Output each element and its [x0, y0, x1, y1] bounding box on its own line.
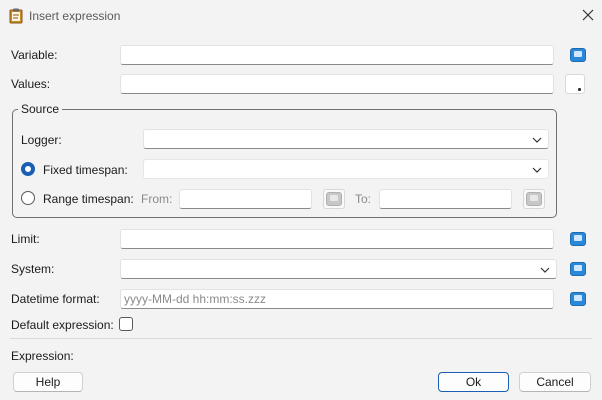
to-label: To: — [355, 192, 372, 206]
variable-info-button-icon[interactable] — [570, 48, 586, 62]
system-info-button-icon[interactable] — [570, 262, 586, 276]
to-picker-button[interactable] — [523, 189, 545, 209]
default-expression-label: Default expression: — [11, 318, 114, 332]
fixed-timespan-label: Fixed timespan: — [43, 163, 128, 177]
chevron-down-icon — [540, 267, 550, 273]
help-button[interactable]: Help — [13, 372, 83, 392]
datetime-format-input[interactable]: yyyy-MM-dd hh:mm:ss.zzz — [120, 289, 554, 309]
variable-label: Variable: — [11, 48, 58, 62]
values-input[interactable] — [120, 74, 554, 94]
datetime-info-button-icon[interactable] — [570, 292, 586, 306]
datetime-format-label: Datetime format: — [11, 292, 100, 306]
from-picker-button[interactable] — [323, 189, 345, 209]
cancel-button[interactable]: Cancel — [519, 372, 591, 392]
limit-input[interactable] — [120, 229, 554, 249]
system-label: System: — [11, 262, 55, 276]
fixed-timespan-combobox[interactable] — [143, 159, 549, 179]
system-combobox[interactable] — [120, 259, 557, 279]
source-legend: Source — [18, 102, 63, 116]
ok-button[interactable]: Ok — [438, 372, 509, 392]
from-input[interactable] — [179, 189, 312, 209]
expression-label: Expression: — [11, 349, 74, 363]
logger-combobox[interactable] — [143, 129, 549, 149]
close-icon[interactable] — [580, 7, 596, 23]
range-timespan-radio[interactable] — [21, 191, 35, 205]
chevron-down-icon — [532, 167, 542, 173]
separator — [10, 338, 592, 339]
logger-label: Logger: — [21, 133, 62, 147]
range-timespan-label: Range timespan: — [43, 192, 134, 206]
datetime-format-placeholder: yyyy-MM-dd hh:mm:ss.zzz — [124, 292, 267, 306]
window-title: Insert expression — [29, 9, 121, 23]
fixed-timespan-radio[interactable] — [21, 162, 35, 176]
limit-label: Limit: — [11, 232, 40, 246]
variable-input[interactable] — [120, 45, 554, 65]
to-input[interactable] — [379, 189, 512, 209]
default-expression-checkbox[interactable] — [119, 317, 133, 331]
from-label: From: — [141, 192, 173, 206]
chevron-down-icon — [532, 137, 542, 143]
clipboard-icon — [9, 8, 23, 24]
calendar-icon — [526, 192, 542, 206]
values-label: Values: — [11, 77, 51, 91]
calendar-icon — [326, 192, 342, 206]
limit-info-button-icon[interactable] — [570, 232, 586, 246]
values-dropdown-button[interactable] — [565, 74, 585, 94]
